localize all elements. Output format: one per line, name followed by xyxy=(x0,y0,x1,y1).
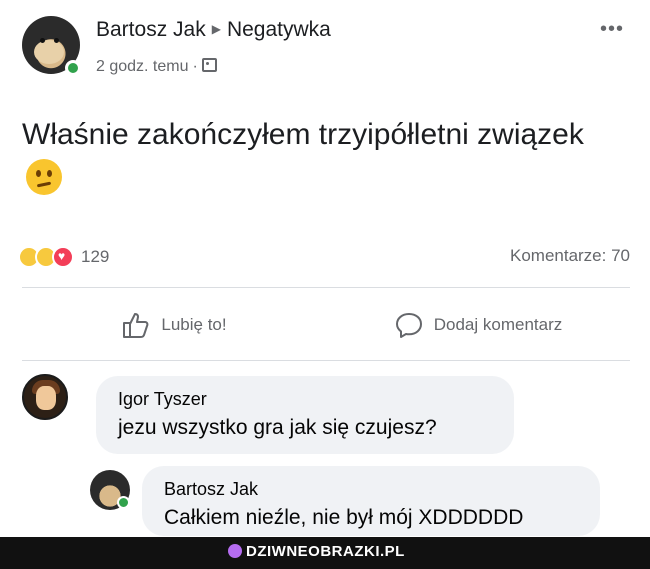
comment-button[interactable]: Dodaj komentarz xyxy=(326,295,630,355)
comment-author-link[interactable]: Igor Tyszer xyxy=(118,386,492,412)
audience-icon[interactable] xyxy=(201,58,217,72)
thumbs-up-icon xyxy=(123,313,149,338)
comment-bubble-icon xyxy=(395,313,422,338)
divider xyxy=(22,360,630,361)
watermark: DZIWNEOBRAZKI.PL xyxy=(228,543,405,560)
reaction-count: 129 xyxy=(81,247,110,266)
comment-text: Całkiem nieźle, nie był mój XDDDDDD xyxy=(164,506,524,529)
confused-face-icon xyxy=(26,159,62,195)
online-status-icon xyxy=(65,60,81,76)
post-meta: 2 godz. temu · xyxy=(96,58,217,76)
love-reaction-icon xyxy=(52,246,74,268)
comment-author-link[interactable]: Bartosz Jak xyxy=(164,476,578,502)
post-title-line: Bartosz Jak ▶ Negatywka xyxy=(96,18,331,42)
post-text: Właśnie zakończyłem trzyipółletni związe… xyxy=(22,118,584,151)
author-name-link[interactable]: Bartosz Jak xyxy=(96,18,206,41)
watermark-bar: DZIWNEOBRAZKI.PL xyxy=(0,537,650,569)
post-header: Bartosz Jak ▶ Negatywka 2 godz. temu · ••• xyxy=(22,14,630,84)
post-body: Właśnie zakończyłem trzyipółletni związe… xyxy=(22,112,632,202)
like-label: Lubię to! xyxy=(161,315,227,334)
comment-bubble: Bartosz Jak Całkiem nieźle, nie był mój … xyxy=(142,466,600,536)
comment-text: jezu wszystko gra jak się czujesz? xyxy=(118,416,437,439)
reactions-summary[interactable]: 129 xyxy=(18,244,109,270)
online-status-icon xyxy=(117,496,130,509)
like-button[interactable]: Lubię to! xyxy=(22,295,326,355)
action-bar: Lubię to! Dodaj komentarz xyxy=(22,295,630,355)
comments-count-link[interactable]: Komentarze: 70 xyxy=(510,246,630,266)
site-logo-icon xyxy=(228,544,242,558)
commenter-avatar[interactable] xyxy=(22,374,68,420)
group-name-link[interactable]: Negatywka xyxy=(227,18,331,41)
comment-bubble: Igor Tyszer jezu wszystko gra jak się cz… xyxy=(96,376,514,454)
meta-separator: · xyxy=(192,58,198,75)
divider xyxy=(22,287,630,288)
comment-label: Dodaj komentarz xyxy=(433,315,563,334)
post-time[interactable]: 2 godz. temu xyxy=(96,58,189,75)
watermark-text: DZIWNEOBRAZKI.PL xyxy=(246,543,405,560)
arrow-right-icon: ▶ xyxy=(211,22,221,36)
more-options-icon[interactable]: ••• xyxy=(600,18,624,41)
